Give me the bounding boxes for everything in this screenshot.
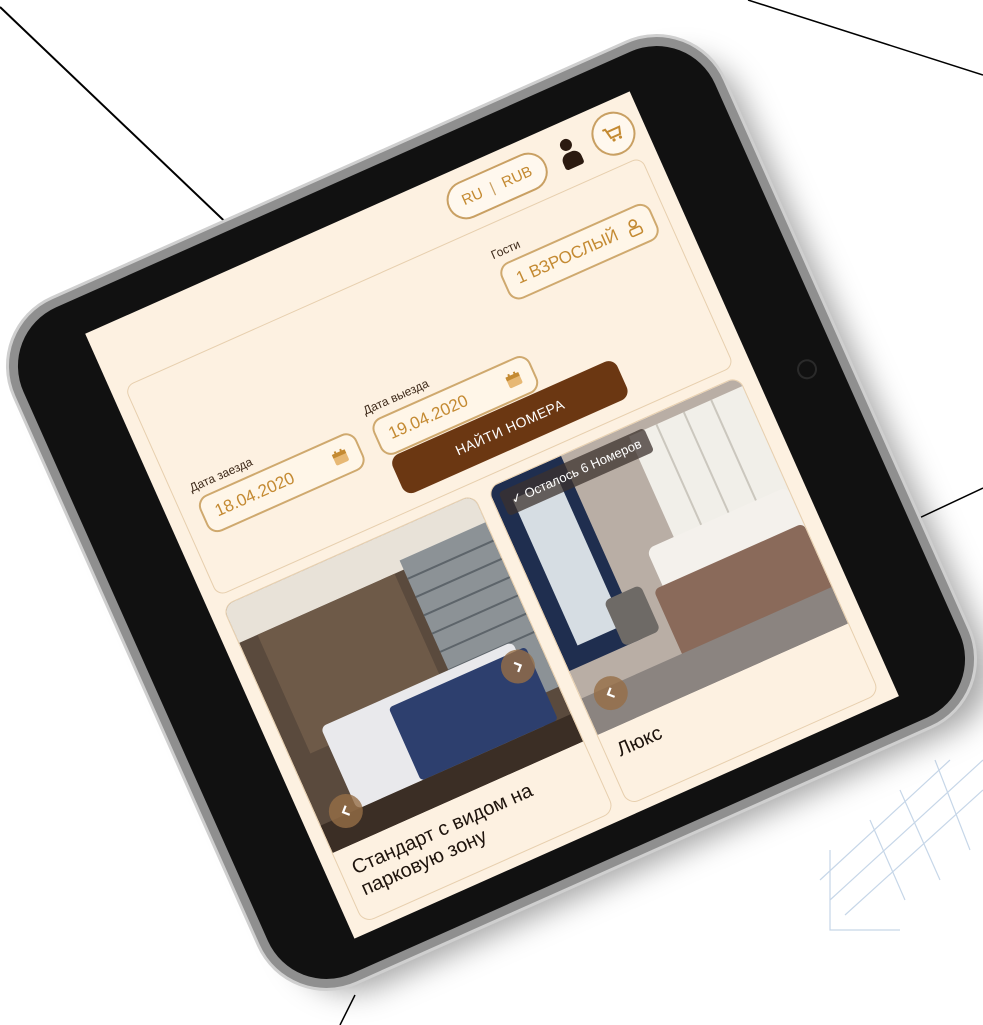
calendar-icon[interactable] — [330, 446, 351, 467]
arrow-left-icon — [341, 805, 351, 816]
person-icon — [628, 219, 644, 238]
arrival-date-field[interactable]: Дата заезда 18.04.2020 — [187, 412, 369, 536]
arrow-right-icon — [513, 661, 523, 673]
user-icon[interactable] — [554, 135, 585, 171]
divider: | — [487, 179, 498, 197]
cart-button[interactable] — [584, 104, 643, 163]
arrow-left-icon — [606, 687, 616, 698]
cart-icon — [601, 125, 623, 142]
user-icon-body — [560, 148, 585, 171]
calendar-icon[interactable] — [503, 369, 524, 390]
language-label[interactable]: RU — [459, 184, 486, 208]
currency-label[interactable]: RUB — [499, 162, 535, 190]
